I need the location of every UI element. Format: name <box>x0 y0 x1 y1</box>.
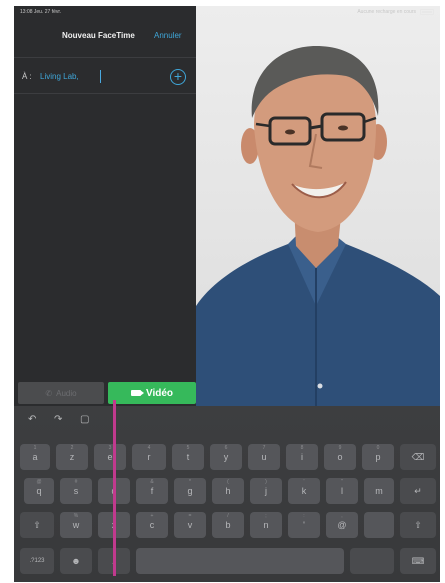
key-u[interactable]: 7u <box>248 444 280 470</box>
facetime-panel: Nouveau FaceTime Annuler À : Living Lab,… <box>14 6 196 406</box>
key-t[interactable]: 5t <box>172 444 204 470</box>
key-c[interactable]: + c <box>136 512 168 538</box>
status-time: 13:08 Jeu. 27 févr. <box>20 9 62 15</box>
key-b[interactable]: / b <box>212 512 244 538</box>
keyboard: ↶ ↷ ▢ 1a 2z 3e 4r 5t 6y 7u 8i 9o 0p ⌫ @ q… <box>14 406 440 582</box>
key-m[interactable]: m <box>364 478 394 504</box>
marker-line <box>113 400 116 576</box>
key-w[interactable]: % w <box>60 512 92 538</box>
key-o[interactable]: 9o <box>324 444 356 470</box>
recipient-value[interactable]: Living Lab, <box>40 72 79 81</box>
key-z[interactable]: 2z <box>56 444 88 470</box>
undo-icon[interactable]: ↶ <box>28 414 36 425</box>
key-r[interactable]: 4r <box>132 444 166 470</box>
status-bar: 13:08 Jeu. 27 févr. Aucune recharge en c… <box>14 6 440 18</box>
key-j[interactable]: ) j <box>250 478 282 504</box>
audio-label: Audio <box>56 388 77 398</box>
key-blank[interactable] <box>364 512 394 538</box>
key-a[interactable]: 1a <box>20 444 50 470</box>
key-v[interactable]: = v <box>174 512 206 538</box>
emoji-icon[interactable]: ☻ <box>60 548 92 574</box>
shortcut-bar: ↶ ↷ ▢ <box>14 406 440 436</box>
video-call-button[interactable]: Vidéo <box>108 382 196 404</box>
text-cursor <box>100 70 101 83</box>
key-s[interactable]: # s <box>60 478 92 504</box>
key-row-1: 1a 2z 3e 4r 5t 6y 7u 8i 9o 0p ⌫ <box>14 444 440 472</box>
cancel-button[interactable]: Annuler <box>154 31 182 40</box>
key-e[interactable]: 3e <box>94 444 126 470</box>
ipad-screen: 13:08 Jeu. 27 févr. Aucune recharge en c… <box>14 6 440 582</box>
to-label: À : <box>22 72 32 81</box>
key-i[interactable]: 8i <box>286 444 318 470</box>
key-k[interactable]: ' k <box>288 478 320 504</box>
key-row-4: .?123 ☻ ♪ ⌨ <box>14 548 440 576</box>
keyboard-hide-icon[interactable]: ⌨ <box>400 548 436 574</box>
key-row-2: @q #s €d &f *g (h )j 'k "l m ↵ <box>14 478 440 506</box>
key-f[interactable]: & f <box>136 478 168 504</box>
audio-call-button[interactable]: ✆ Audio <box>18 382 104 404</box>
space-bar[interactable] <box>136 548 344 574</box>
battery-icon <box>420 9 434 15</box>
shift-icon[interactable]: ⇧ <box>20 512 54 538</box>
shift-right-icon[interactable]: ⇧ <box>400 512 436 538</box>
phone-icon: ✆ <box>45 388 53 398</box>
key-p[interactable]: 0p <box>362 444 394 470</box>
video-camera-icon <box>130 390 144 396</box>
backspace-icon[interactable]: ⌫ <box>400 444 436 470</box>
status-charging: Aucune recharge en cours <box>357 9 416 15</box>
facetime-title: Nouveau FaceTime <box>62 31 135 40</box>
key-y[interactable]: 6y <box>210 444 242 470</box>
key-g[interactable]: * g <box>174 478 206 504</box>
numbers-key-right[interactable] <box>350 548 394 574</box>
numbers-key[interactable]: .?123 <box>20 548 54 574</box>
paste-icon[interactable]: ▢ <box>80 414 89 425</box>
key-n[interactable]: ; n <box>250 512 282 538</box>
facetime-nav-bar: Nouveau FaceTime Annuler <box>14 18 196 58</box>
key-l[interactable]: " l <box>326 478 358 504</box>
key-h[interactable]: (h <box>212 478 244 504</box>
camera-preview <box>196 6 440 406</box>
key-apostrophe[interactable]: : ' <box>288 512 320 538</box>
key-q[interactable]: @ q <box>24 478 54 504</box>
video-label: Vidéo <box>145 387 174 399</box>
person-portrait <box>196 46 440 406</box>
key-at[interactable]: , @ <box>326 512 358 538</box>
redo-icon[interactable]: ↷ <box>54 414 62 425</box>
recipient-field[interactable]: À : Living Lab, + <box>14 62 196 94</box>
return-icon[interactable]: ↵ <box>400 478 436 504</box>
key-row-3: ⇧ %w -x +c =v /b ;n :' ,@ ⇧ <box>14 512 440 540</box>
plus-circle-icon[interactable]: + <box>170 69 186 85</box>
